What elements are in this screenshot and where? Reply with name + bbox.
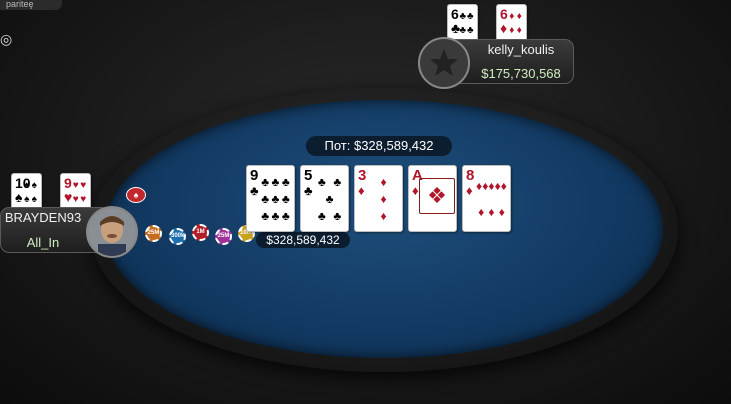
bet-amount: $328,589,432 xyxy=(256,232,350,248)
card-suit-icon: ♣ xyxy=(304,183,313,198)
dealer-button-icon: ♠ xyxy=(126,187,146,203)
board-card: 8 ♦ ♦ ♦ ♦ ♦ ♦ ♦ ♦ ♦ xyxy=(462,165,511,232)
chip: 25M xyxy=(145,225,162,242)
hole-card: 6 ♦ ♦ ♦ ♦ ♦ xyxy=(496,4,527,44)
board-card: 3 ♦ ♦ ♦ ♦ xyxy=(354,165,403,232)
spiral-icon[interactable]: ◎ xyxy=(0,31,12,47)
chip: 300k xyxy=(169,228,186,245)
card-suit-icon: ♠ xyxy=(15,189,23,205)
board-card: A ♦ ❖ xyxy=(408,165,457,232)
card-rank: 5 xyxy=(304,167,313,184)
card-pips: ♦ ♦ ♦ ♦ ♦ ♦ ♦ ♦ xyxy=(476,179,507,219)
player-photo xyxy=(88,208,136,256)
player-stack: $175,730,568 xyxy=(481,66,561,81)
card-suit-icon: ♦ xyxy=(412,183,419,198)
board-card: 5 ♣ ♣ ♣ ♣ ♣ ♣ xyxy=(300,165,349,232)
avatar[interactable] xyxy=(86,206,138,258)
card-pips: ♣ ♣ ♣ ♣ ♣ ♣ ♣ ♣ ♣ xyxy=(261,175,290,223)
card-pips: ♣ ♣ ♣ ♣ xyxy=(459,11,474,36)
ace-diamond-icon: ❖ xyxy=(419,178,455,214)
card-rank: 3 xyxy=(358,167,367,184)
card-pips: ♦ ♦ ♦ xyxy=(380,175,387,223)
player-stack: All_In xyxy=(26,235,60,250)
avatar[interactable] xyxy=(418,37,470,89)
card-suit-icon: ♦ xyxy=(358,183,365,198)
board-card: 9 ♣ ♣ ♣ ♣ ♣ ♣ ♣ ♣ ♣ ♣ xyxy=(246,165,295,232)
card-rank: 8 xyxy=(466,167,475,184)
card-pips: ♦ ♦ ♦ ♦ xyxy=(509,11,522,36)
player-name: kelly_koulis xyxy=(487,42,555,57)
card-pips: ♠ ♠ ♠ ♠ xyxy=(24,180,37,205)
pokerstars-star-icon xyxy=(420,39,468,87)
card-pips: ♥ ♥ ♥ ♥ xyxy=(72,180,87,205)
card-rank: 9 xyxy=(250,167,259,184)
window-tab[interactable]: pariteȩ xyxy=(0,0,62,10)
player-name: BRAYDEN93 xyxy=(4,210,82,225)
chip: 1M xyxy=(192,224,209,241)
pot-label: Пот: $328,589,432 xyxy=(306,136,452,156)
card-suit-icon: ♣ xyxy=(250,183,259,198)
card-suit-icon: ♦ xyxy=(466,183,473,198)
card-pips: ♣ ♣ ♣ ♣ ♣ xyxy=(317,175,342,223)
chip: 25M xyxy=(215,228,232,245)
card-suit-icon: ♦ xyxy=(500,20,508,36)
